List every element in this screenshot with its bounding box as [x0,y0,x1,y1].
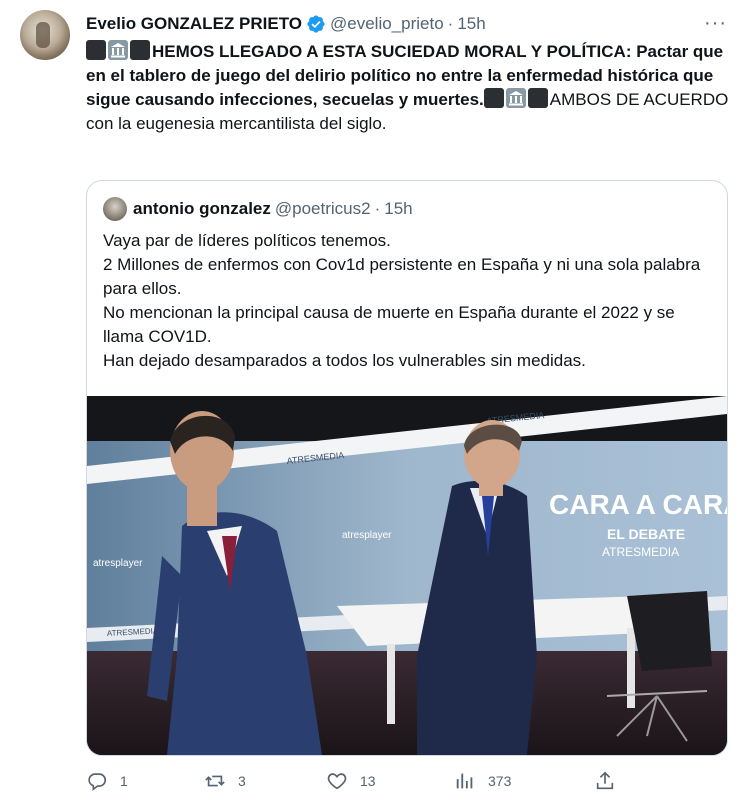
debate-subtitle-text: EL DEBATE [607,526,685,542]
quoted-handle[interactable]: @poetricus2 [275,199,371,219]
like-button[interactable]: 13 [326,770,376,792]
quoted-photo[interactable]: ATRESMEDIA ATRESMEDIA ATRESMEDIA CARA A … [87,396,727,755]
quoted-time[interactable]: 15h [384,199,412,219]
verified-badge-icon [306,14,326,34]
reply-count: 1 [120,773,128,789]
black-square-icon [483,88,504,108]
tweet-time[interactable]: 15h [457,14,485,34]
separator-dot: · [447,14,454,33]
retweet-icon [205,775,225,787]
tweet-text: HEMOS LLEGADO A ESTA SUCIEDAD MORAL Y PO… [86,40,736,136]
quoted-line: No mencionan la principal causa de muert… [103,303,675,346]
like-count: 13 [360,773,376,789]
quoted-line: Vaya par de líderes políticos tenemos. [103,231,391,250]
author-display-name[interactable]: Evelio GONZALEZ PRIETO [86,14,302,34]
retweet-button[interactable]: 3 [204,770,246,792]
quoted-text: Vaya par de líderes políticos tenemos. 2… [103,229,715,373]
quoted-line: Han dejado desamparados a todos los vuln… [103,351,586,370]
bank-icon [108,40,128,60]
views-count: 373 [488,773,512,789]
quoted-header: antonio gonzalez @poetricus2 · 15h [103,197,413,221]
quoted-display-name[interactable]: antonio gonzalez [133,199,271,219]
more-options-icon[interactable]: ··· [704,12,727,35]
debate-title-text: CARA A CARA [549,489,727,520]
quoted-tweet[interactable]: antonio gonzalez @poetricus2 · 15h Vaya … [86,180,728,756]
reply-button[interactable]: 1 [86,770,128,792]
author-avatar[interactable] [20,10,70,60]
player-watermark: atresplayer [93,558,143,569]
separator-dot: · [374,199,381,218]
debate-photo: ATRESMEDIA ATRESMEDIA ATRESMEDIA CARA A … [87,396,727,755]
views-button[interactable]: 373 [454,770,511,792]
black-square-icon [527,88,548,108]
quoted-avatar[interactable] [103,197,127,221]
share-icon [596,771,614,790]
player-watermark: atresplayer [342,530,392,541]
bank-icon [505,88,526,108]
views-icon [456,773,473,789]
black-square-icon [86,40,106,60]
tweet-actions: 1 3 13 373 [86,770,736,800]
retweet-count: 3 [238,773,246,789]
reply-icon [88,773,107,791]
heart-icon [327,773,347,790]
debate-subtitle-text: ATRESMEDIA [602,545,679,559]
tweet: Evelio GONZALEZ PRIETO @evelio_prieto · … [0,0,752,808]
author-handle[interactable]: @evelio_prieto [330,14,444,34]
tweet-header: Evelio GONZALEZ PRIETO @evelio_prieto · … [86,12,486,36]
share-button[interactable] [594,770,628,792]
black-square-icon [130,40,150,60]
quoted-line: 2 Millones de enfermos con Cov1d persist… [103,255,701,298]
